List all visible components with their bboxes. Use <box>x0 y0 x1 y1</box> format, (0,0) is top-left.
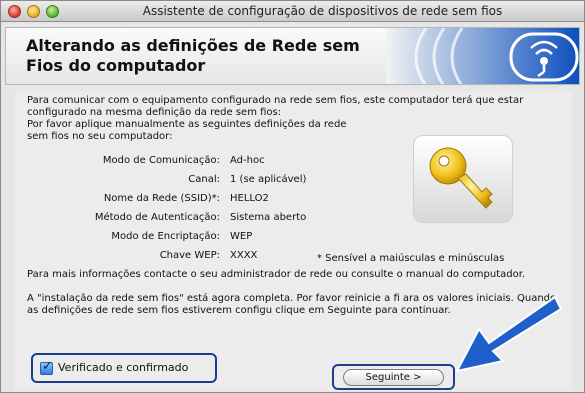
next-button[interactable]: Seguinte > <box>343 369 444 386</box>
setup-assistant-window: Assistente de configuração de dispositiv… <box>0 0 585 393</box>
case-sensitive-note: * Sensível a maiúsculas e minúsculas <box>317 253 505 264</box>
content-panel: Para comunicar com o equipamento configu… <box>15 91 572 391</box>
intro-text: Para comunicar com o equipamento configu… <box>27 95 524 118</box>
setting-value-channel: 1 (se aplicável) <box>230 174 307 185</box>
setting-value-mode: Ad-hoc <box>230 155 265 166</box>
setting-label-channel: Canal: <box>188 174 220 185</box>
setting-value-encryption: WEP <box>230 231 253 242</box>
key-icon-box <box>413 135 513 223</box>
verified-checkbox-highlight: ✓ Verificado e confirmado <box>31 353 217 383</box>
title-bar[interactable]: Assistente de configuração de dispositiv… <box>1 1 584 22</box>
checkmark-icon: ✓ <box>42 359 53 374</box>
instruction-text: Por favor aplique manualmente as seguint… <box>27 119 347 142</box>
window-title: Assistente de configuração de dispositiv… <box>142 4 503 18</box>
setting-label-wep-key: Chave WEP: <box>159 250 220 261</box>
setting-value-wep-key: XXXX <box>230 250 258 261</box>
verified-checkbox[interactable]: ✓ <box>40 359 53 375</box>
header-banner: Alterando as definições de Rede sem Fios… <box>5 27 580 85</box>
wifi-signal-icon <box>386 28 579 84</box>
completion-text: A "instalação da rede sem fios" está ago… <box>27 293 557 316</box>
setting-value-auth: Sistema aberto <box>230 212 307 223</box>
setting-label-ssid: Nome da Rede (SSID)*: <box>103 193 220 204</box>
more-info-text: Para mais informações contacte o seu adm… <box>27 269 526 280</box>
verified-checkbox-label[interactable]: Verificado e confirmado <box>58 361 188 374</box>
setting-label-mode: Modo de Comunicação: <box>102 155 220 166</box>
key-icon <box>429 147 493 209</box>
setting-value-ssid: HELLO2 <box>230 193 269 204</box>
next-button-highlight: Seguinte > <box>332 364 455 390</box>
setting-label-auth: Método de Autenticação: <box>94 212 220 223</box>
setting-label-encryption: Modo de Encriptação: <box>111 231 220 242</box>
page-title: Alterando as definições de Rede sem Fios… <box>26 36 360 75</box>
